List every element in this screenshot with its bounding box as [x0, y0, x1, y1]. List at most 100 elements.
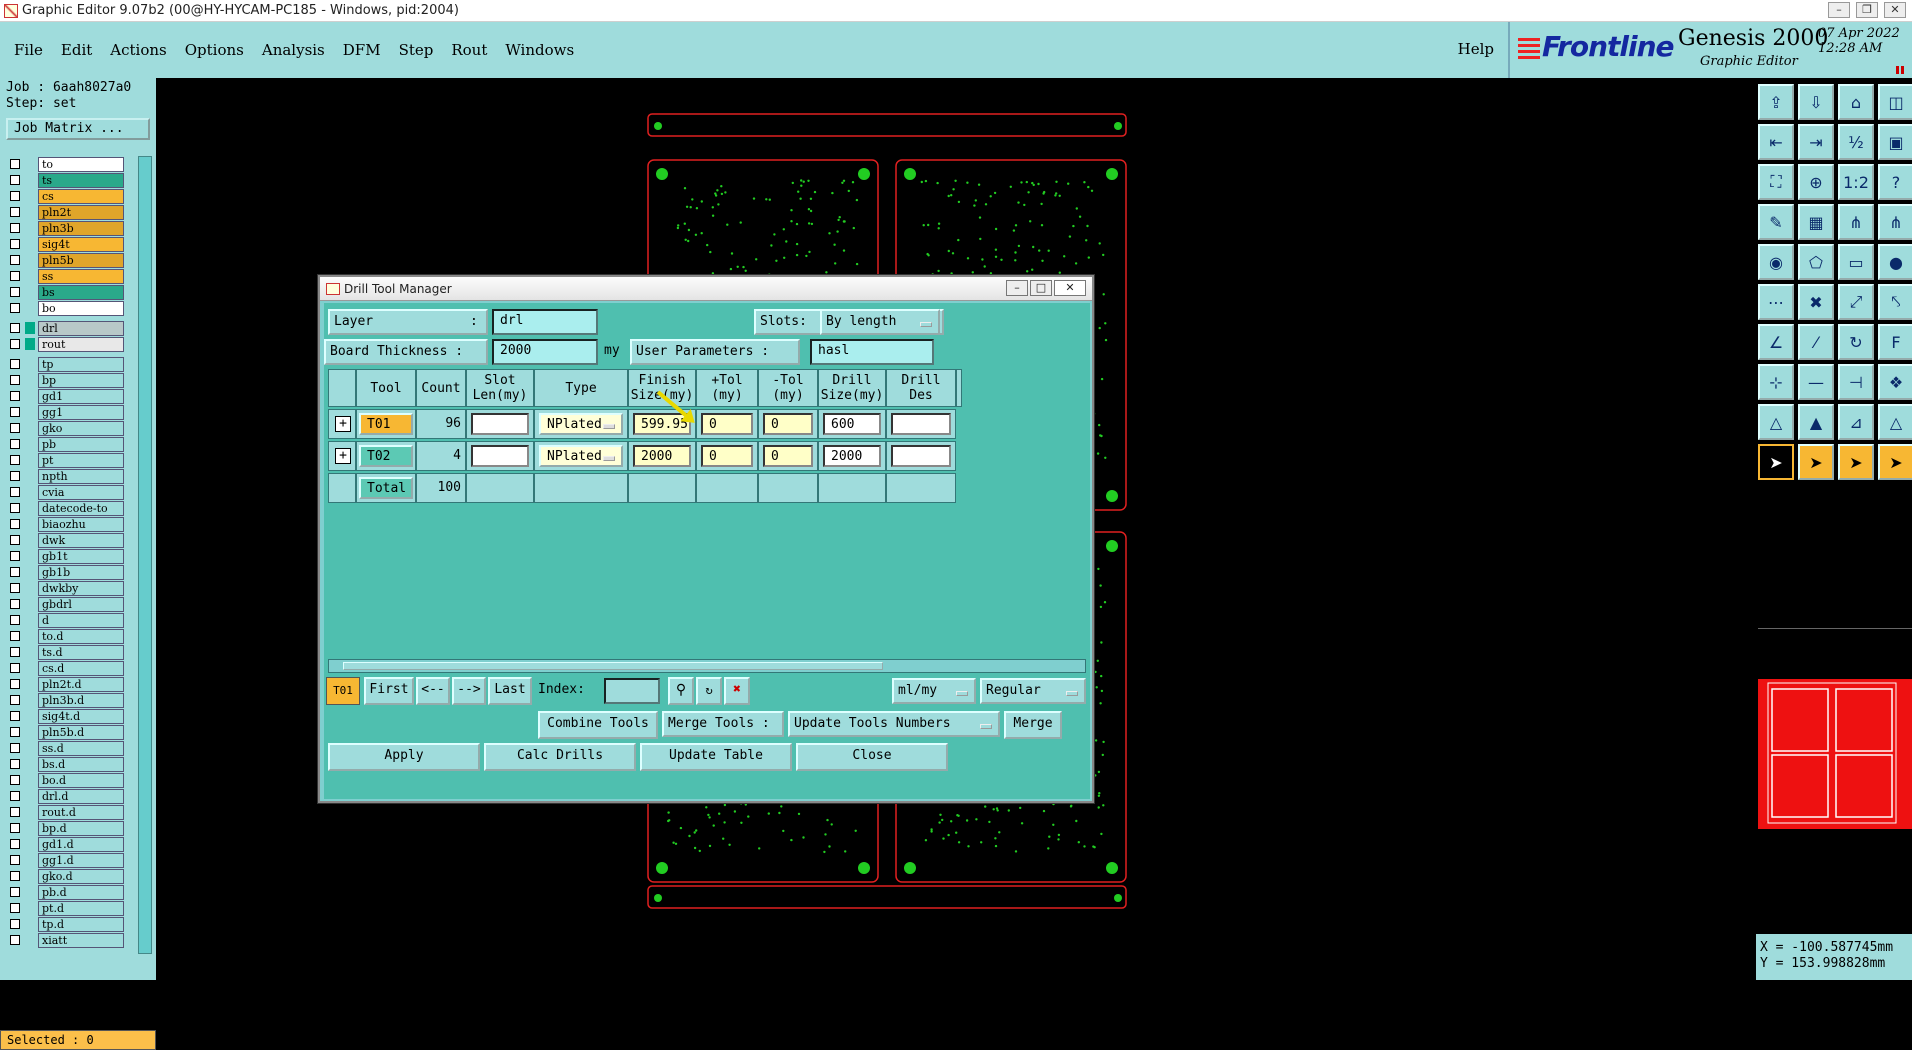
- menu-edit[interactable]: Edit: [61, 41, 92, 59]
- layer-checkbox[interactable]: [10, 679, 20, 689]
- grid-icon[interactable]: ▦: [1798, 204, 1834, 240]
- layer-row[interactable]: rout.d: [4, 804, 124, 820]
- layer-row[interactable]: ts.d: [4, 644, 124, 660]
- layer-checkbox[interactable]: [10, 727, 20, 737]
- layer-row[interactable]: gd1: [4, 388, 124, 404]
- layer-name[interactable]: rout: [38, 336, 124, 352]
- layer-row[interactable]: pt.d: [4, 900, 124, 916]
- layer-row[interactable]: pb: [4, 436, 124, 452]
- net-icon[interactable]: ⋔: [1838, 204, 1874, 240]
- menu-rout[interactable]: Rout: [451, 41, 487, 59]
- layer-row[interactable]: bs: [4, 284, 124, 300]
- calc-drills-button[interactable]: Calc Drills: [484, 743, 636, 771]
- layer-name[interactable]: tp: [38, 356, 124, 372]
- group-icon[interactable]: ❖: [1878, 364, 1912, 400]
- layer-row[interactable]: drl: [4, 320, 124, 336]
- expand-icon[interactable]: +: [335, 448, 351, 464]
- menu-actions[interactable]: Actions: [110, 41, 166, 59]
- layer-value-field[interactable]: drl: [492, 309, 598, 335]
- layer-checkbox[interactable]: [10, 839, 20, 849]
- layer-row[interactable]: tp: [4, 356, 124, 372]
- type-dropdown[interactable]: NPlated: [539, 413, 623, 435]
- layer-row[interactable]: cvia: [4, 484, 124, 500]
- drill-size-input[interactable]: 600: [823, 413, 881, 435]
- layer-name[interactable]: gd1.d: [38, 836, 124, 852]
- layer-name[interactable]: sig4t.d: [38, 708, 124, 724]
- layer-checkbox[interactable]: [10, 615, 20, 625]
- layer-name[interactable]: d: [38, 612, 124, 628]
- layer-row[interactable]: gko.d: [4, 868, 124, 884]
- layer-name[interactable]: datecode-to: [38, 500, 124, 516]
- layer-checkbox[interactable]: [10, 175, 20, 185]
- layer-name[interactable]: cvia: [38, 484, 124, 500]
- layer-name[interactable]: pln5b.d: [38, 724, 124, 740]
- layer-checkbox[interactable]: [10, 407, 20, 417]
- layer-name[interactable]: ss: [38, 268, 124, 284]
- layer-checkbox[interactable]: [10, 887, 20, 897]
- expand-icon[interactable]: +: [335, 416, 351, 432]
- layer-name[interactable]: drl.d: [38, 788, 124, 804]
- layer-checkbox[interactable]: [10, 423, 20, 433]
- minus-tol-input[interactable]: 0: [763, 413, 813, 435]
- dialog-minimize-icon[interactable]: –: [1006, 280, 1028, 296]
- layer-name[interactable]: bp: [38, 372, 124, 388]
- tool-name[interactable]: T01: [359, 413, 413, 435]
- layer-name[interactable]: dwkby: [38, 580, 124, 596]
- tri3-icon[interactable]: ⊿: [1838, 404, 1874, 440]
- finish-size-input[interactable]: 2000: [633, 445, 691, 467]
- menu-help[interactable]: Help: [1458, 40, 1494, 58]
- layer-row[interactable]: sig4t.d: [4, 708, 124, 724]
- layer-checkbox[interactable]: [10, 487, 20, 497]
- pointer2-icon[interactable]: ➤: [1798, 444, 1834, 480]
- layer-row[interactable]: dwk: [4, 532, 124, 548]
- align-icon[interactable]: ⊣: [1838, 364, 1874, 400]
- layer-row[interactable]: gko: [4, 420, 124, 436]
- plus-tol-input[interactable]: 0: [701, 413, 753, 435]
- help-icon[interactable]: ?: [1878, 164, 1912, 200]
- layer-checkbox[interactable]: [10, 919, 20, 929]
- update-table-button[interactable]: Update Table: [640, 743, 792, 771]
- job-matrix-button[interactable]: Job Matrix ...: [6, 118, 150, 140]
- layer-checkbox[interactable]: [10, 807, 20, 817]
- pause-icon[interactable]: [1896, 66, 1904, 74]
- pan-right-icon[interactable]: ⇥: [1798, 124, 1834, 160]
- last-button[interactable]: Last: [488, 677, 532, 705]
- layer-row[interactable]: ss: [4, 268, 124, 284]
- layer-checkbox[interactable]: [10, 191, 20, 201]
- layer-name[interactable]: bo: [38, 300, 124, 316]
- layer-name[interactable]: gg1: [38, 404, 124, 420]
- net2-icon[interactable]: ⋔: [1878, 204, 1912, 240]
- layer-checkbox[interactable]: [10, 711, 20, 721]
- layer-name[interactable]: gb1t: [38, 548, 124, 564]
- layer-checkbox[interactable]: [10, 391, 20, 401]
- layer-name[interactable]: bo.d: [38, 772, 124, 788]
- upload-icon[interactable]: ⇪: [1758, 84, 1794, 120]
- angle-icon[interactable]: ∠: [1758, 324, 1794, 360]
- layer-checkbox[interactable]: [10, 239, 20, 249]
- table-hscrollbar[interactable]: [328, 659, 1086, 673]
- layer-name[interactable]: gbdrl: [38, 596, 124, 612]
- drill-des-input[interactable]: [891, 445, 951, 467]
- layer-checkbox[interactable]: [10, 439, 20, 449]
- slot-len-input[interactable]: [471, 413, 529, 435]
- layer-checkbox[interactable]: [10, 647, 20, 657]
- zoom-half-icon[interactable]: ½: [1838, 124, 1874, 160]
- layer-name[interactable]: bs.d: [38, 756, 124, 772]
- layer-name[interactable]: ts.d: [38, 644, 124, 660]
- layer-row[interactable]: bo: [4, 300, 124, 316]
- mode-dropdown[interactable]: Regular: [980, 678, 1086, 704]
- layer-checkbox[interactable]: [10, 255, 20, 265]
- slash-icon[interactable]: ⁄: [1798, 324, 1834, 360]
- cross-icon[interactable]: ✖: [1798, 284, 1834, 320]
- layer-name[interactable]: pb: [38, 436, 124, 452]
- menu-windows[interactable]: Windows: [505, 41, 574, 59]
- minimize-icon[interactable]: –: [1828, 2, 1850, 18]
- text-icon[interactable]: F: [1878, 324, 1912, 360]
- layer-name[interactable]: bs: [38, 284, 124, 300]
- layer-checkbox[interactable]: [10, 471, 20, 481]
- layer-name[interactable]: rout.d: [38, 804, 124, 820]
- layer-row[interactable]: gg1: [4, 404, 124, 420]
- type-dropdown[interactable]: NPlated: [539, 445, 623, 467]
- tri2-icon[interactable]: ▲: [1798, 404, 1834, 440]
- layer-row[interactable]: biaozhu: [4, 516, 124, 532]
